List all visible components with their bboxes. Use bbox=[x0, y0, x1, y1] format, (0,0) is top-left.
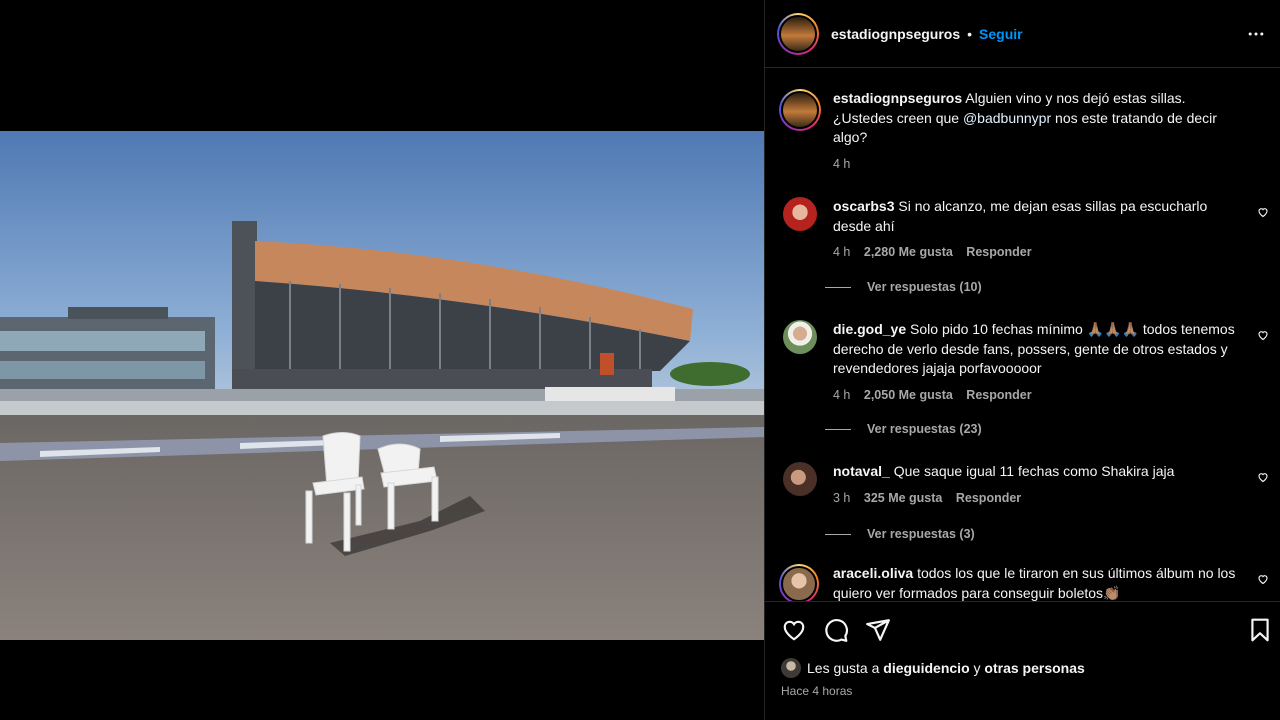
save-bookmark-icon[interactable] bbox=[1247, 617, 1273, 643]
liker-avatar[interactable] bbox=[781, 658, 801, 678]
separator-dot: • bbox=[967, 25, 973, 42]
more-horizontal-icon[interactable] bbox=[1246, 24, 1266, 44]
view-replies-button[interactable]: Ver respuestas (23) bbox=[825, 422, 982, 436]
comment-time[interactable]: 4 h bbox=[833, 388, 850, 402]
comment-icon[interactable] bbox=[823, 617, 849, 643]
view-replies-button[interactable]: Ver respuestas (3) bbox=[825, 527, 975, 541]
post-photo[interactable] bbox=[0, 131, 764, 640]
comment-likes[interactable]: 2,280 Me gusta bbox=[864, 245, 953, 259]
others-link[interactable]: otras personas bbox=[984, 660, 1084, 676]
likes-conj: y bbox=[973, 660, 981, 676]
comment-likes[interactable]: 2,050 Me gusta bbox=[864, 388, 953, 402]
view-replies-button[interactable]: Ver respuestas (10) bbox=[825, 280, 982, 294]
reply-button[interactable]: Responder bbox=[966, 388, 1031, 402]
comment-user[interactable]: oscarbs3 bbox=[833, 198, 894, 214]
comment-user[interactable]: notaval_ bbox=[833, 463, 890, 479]
account-name[interactable]: estadiognpseguros bbox=[831, 26, 960, 42]
comment-avatar[interactable] bbox=[783, 197, 817, 231]
follow-button[interactable]: Seguir bbox=[979, 26, 1023, 42]
post-media bbox=[0, 0, 764, 720]
comment-time[interactable]: 3 h bbox=[833, 491, 850, 505]
caption-mention[interactable]: @badbunnypr bbox=[963, 110, 1051, 126]
comment-time[interactable]: 4 h bbox=[833, 245, 850, 259]
replies-line bbox=[825, 286, 851, 288]
caption-user[interactable]: estadiognpseguros bbox=[833, 90, 962, 106]
comments-list[interactable]: estadiognpseguros Alguien vino y nos dej… bbox=[765, 69, 1280, 601]
comment-user[interactable]: die.god_ye bbox=[833, 321, 906, 337]
comment-avatar[interactable] bbox=[783, 320, 817, 354]
like-comment-icon[interactable] bbox=[1257, 471, 1269, 483]
like-comment-icon[interactable] bbox=[1257, 573, 1269, 585]
comment-avatar[interactable] bbox=[779, 564, 819, 601]
comment-avatar[interactable] bbox=[783, 462, 817, 496]
view-replies-label: Ver respuestas (23) bbox=[867, 422, 982, 436]
like-comment-icon[interactable] bbox=[1257, 329, 1269, 341]
comment-text: Que saque igual 11 fechas como Shakira j… bbox=[893, 463, 1175, 479]
likes-summary: Les gusta a dieguidencio y otras persona… bbox=[781, 658, 1085, 678]
like-heart-icon[interactable] bbox=[781, 617, 807, 643]
caption-time[interactable]: 4 h bbox=[833, 157, 850, 171]
view-replies-label: Ver respuestas (3) bbox=[867, 527, 975, 541]
reply-button[interactable]: Responder bbox=[966, 245, 1031, 259]
replies-line bbox=[825, 428, 851, 430]
comment-likes[interactable]: 325 Me gusta bbox=[864, 491, 943, 505]
post-timestamp[interactable]: Hace 4 horas bbox=[781, 684, 852, 698]
view-replies-label: Ver respuestas (10) bbox=[867, 280, 982, 294]
reply-button[interactable]: Responder bbox=[956, 491, 1021, 505]
share-icon[interactable] bbox=[865, 617, 891, 643]
like-comment-icon[interactable] bbox=[1257, 206, 1269, 218]
post-header: estadiognpseguros • Seguir bbox=[765, 0, 1280, 68]
action-bar bbox=[765, 601, 1280, 657]
post-side-panel: estadiognpseguros • Seguir estadiognpseg… bbox=[764, 0, 1280, 720]
replies-line bbox=[825, 533, 851, 535]
likes-prefix: Les gusta a bbox=[807, 660, 880, 676]
caption-avatar[interactable] bbox=[779, 89, 821, 131]
liker-name[interactable]: dieguidencio bbox=[883, 660, 969, 676]
comment-user[interactable]: araceli.oliva bbox=[833, 565, 913, 581]
account-avatar[interactable] bbox=[777, 12, 819, 55]
